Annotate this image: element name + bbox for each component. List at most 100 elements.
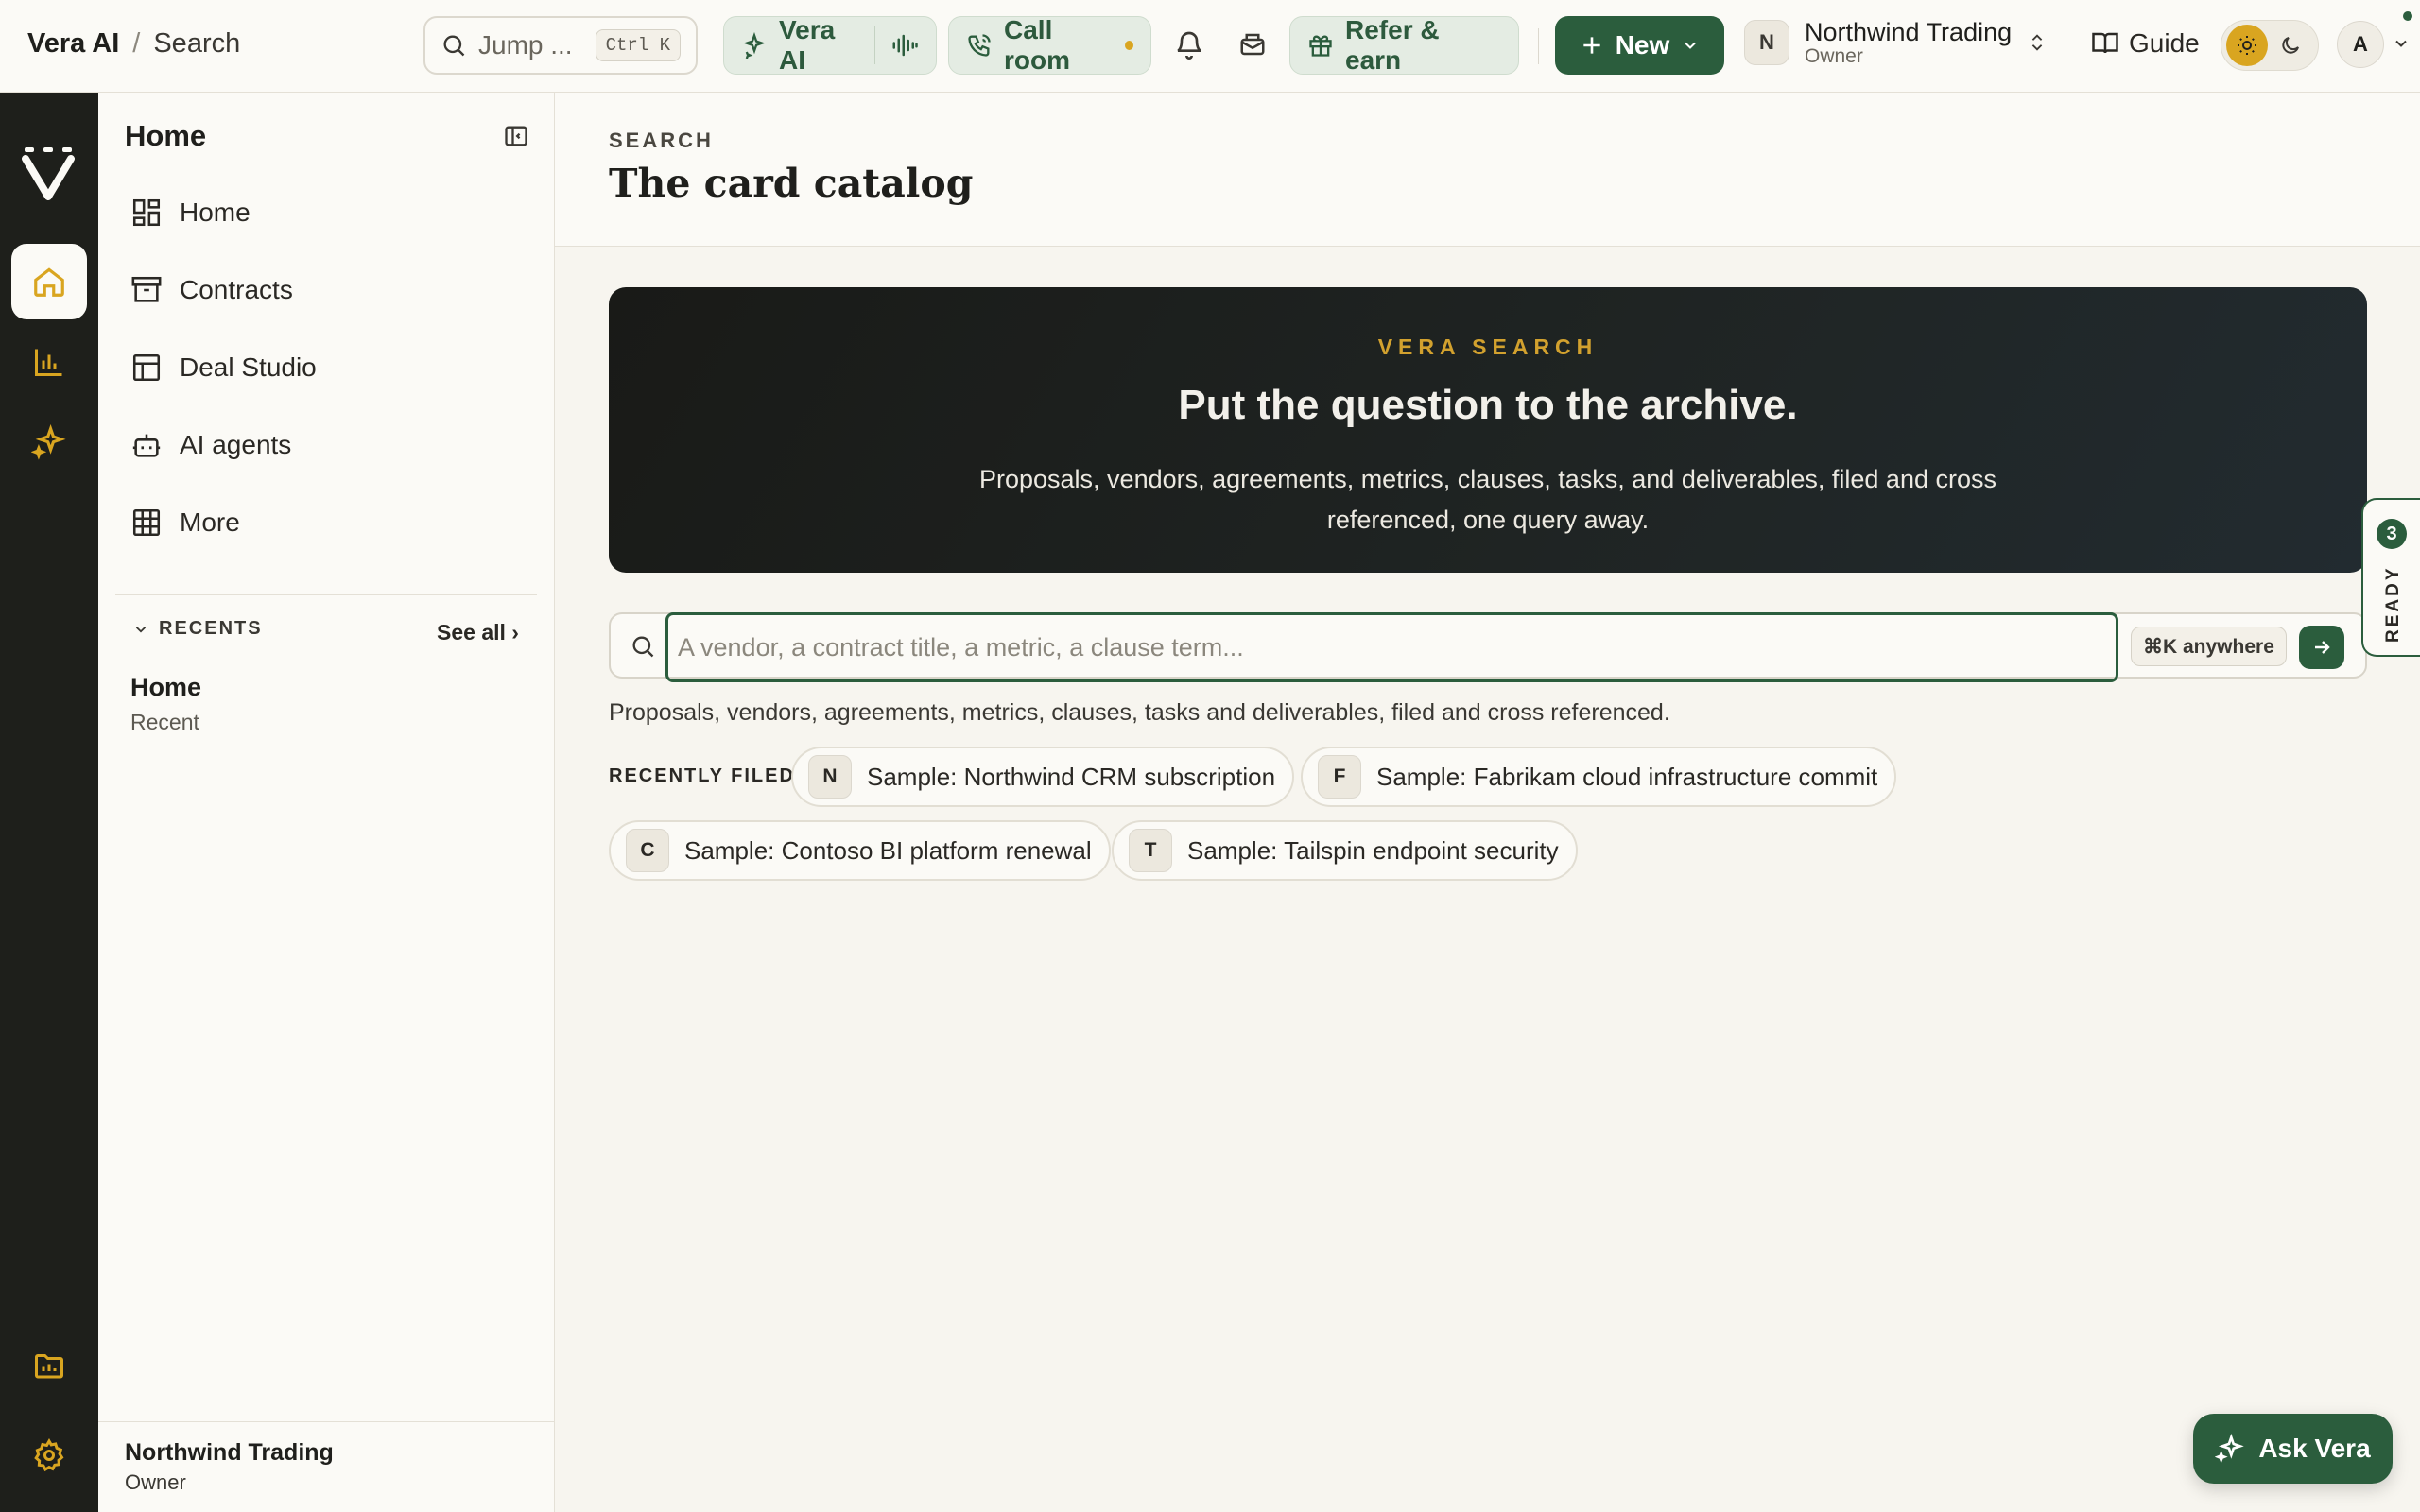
footer-org-role: Owner	[125, 1470, 186, 1494]
chip-label: Sample: Contoso BI platform renewal	[684, 835, 1092, 865]
sidebar-item-label: Home	[180, 198, 251, 227]
guide-label: Guide	[2129, 28, 2200, 58]
sidebar-item-label: More	[180, 507, 240, 537]
breadcrumb-app[interactable]: Vera AI	[27, 28, 119, 60]
sidebar-item-more[interactable]: More	[130, 507, 240, 539]
chevron-down-icon[interactable]	[2392, 34, 2411, 53]
arrow-right-icon	[2310, 636, 2333, 659]
layout-icon	[130, 352, 163, 384]
home-icon	[31, 264, 67, 300]
bar-chart-icon	[32, 345, 66, 379]
refer-earn-button[interactable]: Refer & earn	[1289, 15, 1519, 75]
recently-filed-chip[interactable]: C Sample: Contoso BI platform renewal	[609, 820, 1111, 881]
guide-button[interactable]: Guide	[2091, 28, 2200, 59]
user-avatar[interactable]: A	[2337, 21, 2384, 68]
chevrons-up-down-icon	[2027, 30, 2048, 55]
search-shortcut-hint: ⌘K anywhere	[2131, 627, 2287, 666]
sparkles-icon	[31, 424, 67, 460]
chip-initial: F	[1318, 755, 1361, 799]
recents-heading: RECENTS	[159, 618, 263, 639]
moon-icon[interactable]	[2279, 34, 2302, 57]
sidebar-footer-org[interactable]: Northwind Trading Owner	[98, 1421, 554, 1512]
ready-count-badge: 3	[2377, 519, 2407, 549]
sidebar-item-deal-studio[interactable]: Deal Studio	[130, 352, 317, 384]
call-room-button[interactable]: Call room	[948, 15, 1151, 75]
gift-icon	[1307, 32, 1334, 59]
chip-label: Sample: Fabrikam cloud infrastructure co…	[1376, 762, 1878, 791]
rail-home-button[interactable]	[11, 244, 87, 319]
jump-label: Jump ...	[478, 30, 573, 60]
breadcrumb-current: Search	[153, 28, 241, 59]
jump-search-button[interactable]: Jump ... Ctrl K	[424, 16, 698, 75]
search-helper-text: Proposals, vendors, agreements, metrics,…	[609, 699, 1670, 726]
new-label: New	[1615, 30, 1670, 60]
bot-icon	[130, 429, 163, 461]
search-submit-button[interactable]	[2299, 626, 2344, 669]
sun-icon[interactable]	[2226, 25, 2268, 66]
jump-shortcut: Ctrl K	[595, 29, 681, 61]
folder-chart-icon	[32, 1349, 66, 1383]
rail-settings-button[interactable]	[11, 1418, 87, 1493]
sidebar-item-contracts[interactable]: Contracts	[130, 274, 293, 306]
breadcrumb: Vera AI / Search	[27, 28, 240, 60]
chip-initial: T	[1129, 829, 1172, 872]
org-role: Owner	[1805, 45, 1863, 67]
online-status-dot	[2403, 11, 2412, 21]
grid-icon	[130, 507, 163, 539]
icon-rail	[0, 93, 98, 1512]
search-input[interactable]	[666, 612, 2118, 682]
sparkles-icon	[2215, 1434, 2245, 1464]
inbox-icon[interactable]	[1234, 26, 1271, 63]
org-avatar: N	[1744, 20, 1789, 65]
chip-label: Sample: Tailspin endpoint security	[1187, 835, 1559, 865]
vera-logo-icon[interactable]	[21, 146, 76, 200]
rail-analytics-button[interactable]	[11, 324, 87, 400]
footer-org-name: Northwind Trading	[125, 1439, 334, 1466]
chip-initial: N	[808, 755, 852, 799]
ready-drawer-tab[interactable]: 3 READY	[2361, 498, 2420, 657]
sidebar-item-label: AI agents	[180, 430, 292, 459]
notifications-bell-icon[interactable]	[1170, 26, 1208, 63]
sidebar-item-home[interactable]: Home	[130, 197, 251, 229]
hero-title: Put the question to the archive.	[1178, 382, 1798, 428]
collapse-sidebar-icon[interactable]	[503, 123, 529, 149]
chip-label: Sample: Northwind CRM subscription	[867, 762, 1276, 791]
recently-filed-chip[interactable]: F Sample: Fabrikam cloud infrastructure …	[1301, 747, 1897, 807]
ask-vera-button[interactable]: Ask Vera	[2193, 1414, 2393, 1484]
plus-icon	[1580, 33, 1604, 58]
top-bar: Vera AI / Search Jump ... Ctrl K Vera AI…	[0, 0, 2420, 93]
page-header: SEARCH The card catalog	[555, 93, 2420, 247]
theme-toggle[interactable]	[2221, 20, 2319, 71]
sidebar-title: Home	[125, 119, 207, 152]
recents-toggle[interactable]: RECENTS	[132, 618, 263, 640]
recently-filed-chip[interactable]: N Sample: Northwind CRM subscription	[791, 747, 1295, 807]
hero-eyebrow: VERA SEARCH	[1377, 335, 1599, 359]
rail-ai-button[interactable]	[11, 404, 87, 480]
gear-icon	[32, 1438, 66, 1472]
recently-filed-label: RECENTLY FILED	[609, 765, 795, 786]
sidebar-item-label: Deal Studio	[180, 352, 317, 382]
chip-initial: C	[626, 829, 669, 872]
breadcrumb-separator: /	[132, 28, 141, 59]
sidebar-item-ai-agents[interactable]: AI agents	[130, 429, 291, 461]
see-all-link[interactable]: See all ›	[437, 620, 519, 645]
rail-files-button[interactable]	[11, 1328, 87, 1403]
page-eyebrow: SEARCH	[609, 129, 714, 152]
new-button[interactable]: New	[1555, 16, 1724, 75]
archive-icon	[130, 274, 163, 306]
ready-label: READY	[2383, 565, 2403, 643]
recent-item-title[interactable]: Home	[130, 673, 201, 702]
org-switcher[interactable]: N Northwind Trading Owner	[1744, 18, 2048, 67]
recent-item-subtitle: Recent	[130, 710, 199, 734]
ask-vera-label: Ask Vera	[2258, 1434, 2371, 1463]
recently-filed-chip[interactable]: T Sample: Tailspin endpoint security	[1112, 820, 1578, 881]
refer-label: Refer & earn	[1345, 15, 1440, 75]
main-content: SEARCH The card catalog VERA SEARCH Put …	[555, 93, 2420, 1512]
phone-icon	[966, 32, 993, 59]
voice-waveform-icon[interactable]	[890, 31, 919, 60]
archive-search-box: ⌘K anywhere	[609, 612, 2367, 682]
sidebar-item-label: Contracts	[180, 275, 293, 304]
search-icon	[441, 32, 467, 59]
vera-ai-button[interactable]: Vera AI	[723, 15, 937, 75]
hero-description: Proposals, vendors, agreements, metrics,…	[978, 465, 1996, 534]
